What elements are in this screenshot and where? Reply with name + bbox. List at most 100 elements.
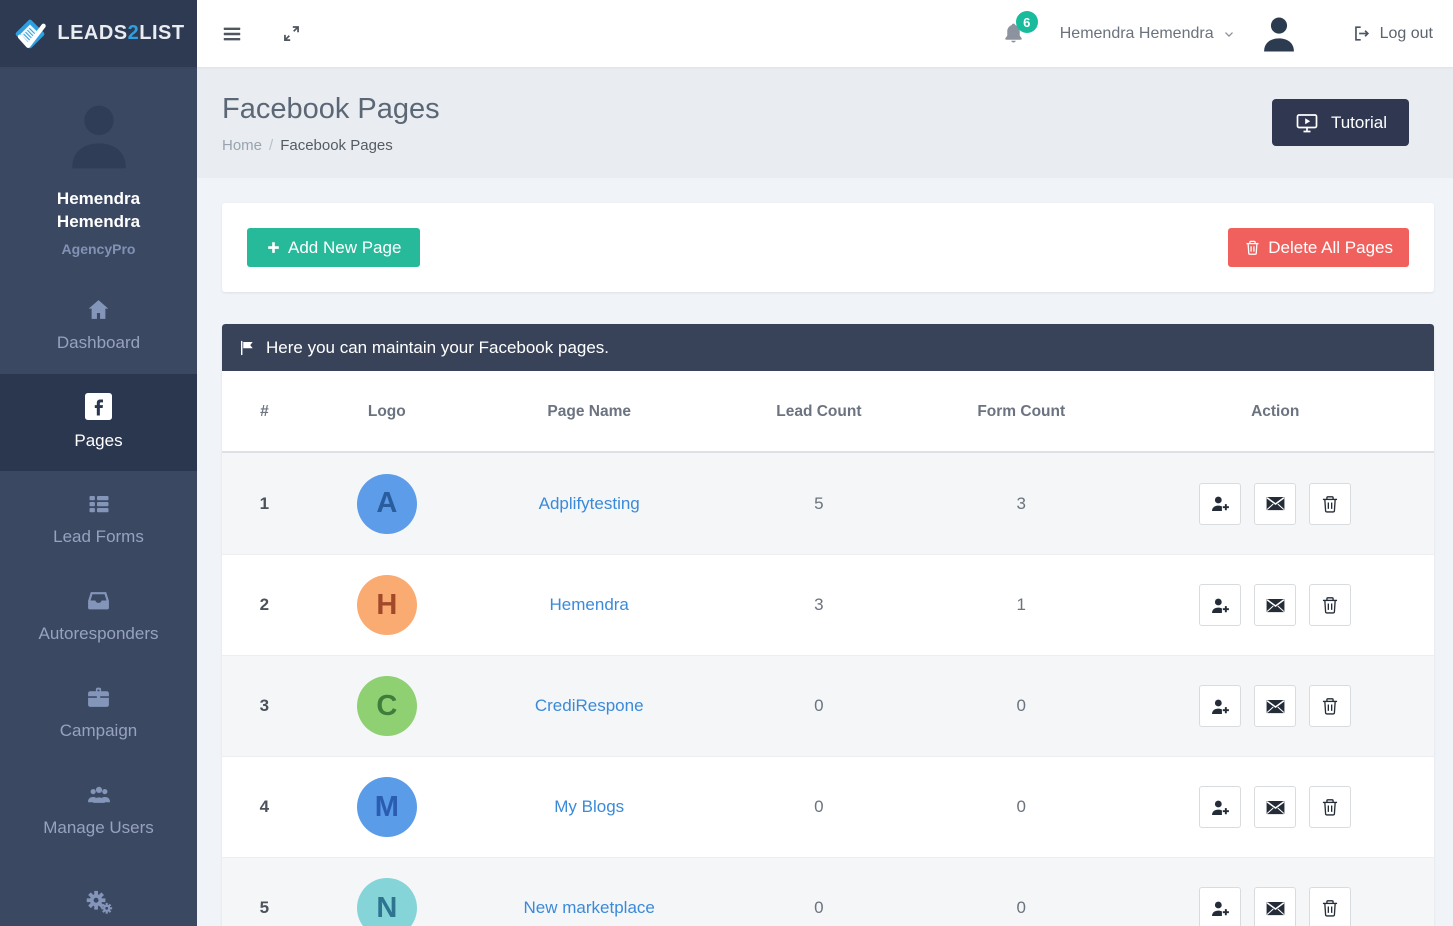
add-new-page-button[interactable]: Add New Page	[247, 228, 420, 267]
monitor-play-icon	[1294, 111, 1320, 135]
delete-page-button[interactable]	[1309, 584, 1351, 626]
trash-icon	[1320, 898, 1340, 918]
user-dropdown[interactable]: Hemendra Hemendra	[1060, 25, 1236, 43]
panel-heading-text: Here you can maintain your Facebook page…	[266, 338, 609, 358]
page-logo-avatar: C	[357, 676, 417, 736]
table-row: 4 M My Blogs 0 0	[222, 756, 1434, 857]
user-plus-icon	[1210, 696, 1231, 717]
notifications-bell[interactable]: 6	[1001, 21, 1026, 46]
assign-user-button[interactable]	[1199, 685, 1241, 727]
trash-icon	[1320, 797, 1340, 817]
page-name-link[interactable]: CrediRespone	[535, 696, 644, 715]
trash-icon	[1244, 239, 1261, 256]
sidebar-item-campaign[interactable]: Campaign	[0, 665, 197, 762]
sidebar: Hemendra Hemendra AgencyPro Dashboard Pa…	[0, 67, 197, 926]
column-header-lead-count: Lead Count	[712, 371, 927, 451]
row-number: 4	[222, 797, 307, 817]
email-button[interactable]	[1254, 584, 1296, 626]
page-logo-avatar: M	[357, 777, 417, 837]
user-avatar-icon[interactable]	[1258, 13, 1300, 55]
main-content: Facebook Pages Home / Facebook Pages Tutor…	[197, 0, 1453, 926]
page-name-link[interactable]: My Blogs	[554, 797, 624, 816]
users-icon	[84, 782, 114, 807]
form-count: 0	[926, 696, 1116, 716]
breadcrumb-current: Facebook Pages	[280, 137, 393, 154]
sidebar-item-label: Dashboard	[57, 333, 140, 353]
delete-page-button[interactable]	[1309, 685, 1351, 727]
logout-label: Log out	[1380, 25, 1433, 43]
email-button[interactable]	[1254, 483, 1296, 525]
profile-name: Hemendra Hemendra	[39, 187, 159, 234]
page-name-link[interactable]: Hemendra	[550, 595, 629, 614]
table-body: 1 A Adplifytesting 5 3 2 H Hemendra	[222, 453, 1434, 926]
assign-user-button[interactable]	[1199, 584, 1241, 626]
column-header-num: #	[222, 371, 307, 451]
fullscreen-expand-icon[interactable]	[273, 15, 310, 52]
form-count: 1	[926, 595, 1116, 615]
lead-count: 5	[712, 494, 927, 514]
briefcase-icon	[85, 685, 112, 710]
lead-count: 3	[712, 595, 927, 615]
breadcrumb-separator: /	[269, 137, 273, 154]
sidebar-item-manage-users[interactable]: Manage Users	[0, 762, 197, 859]
breadcrumb-home-link[interactable]: Home	[222, 137, 262, 154]
top-navbar: LEADS2LIST 6 Hemendra Hemendra	[0, 0, 1453, 67]
table-header-row: # Logo Page Name Lead Count Form Count A…	[222, 371, 1434, 453]
page-name-link[interactable]: Adplifytesting	[539, 494, 640, 513]
sidebar-item-pages[interactable]: Pages	[0, 374, 197, 471]
column-header-page-name: Page Name	[467, 371, 712, 451]
page-logo-avatar: A	[357, 474, 417, 534]
delete-page-button[interactable]	[1309, 887, 1351, 926]
trash-icon	[1320, 595, 1340, 615]
table-row: 1 A Adplifytesting 5 3	[222, 453, 1434, 554]
tutorial-button[interactable]: Tutorial	[1272, 99, 1409, 146]
breadcrumb: Home / Facebook Pages	[222, 137, 1428, 154]
assign-user-button[interactable]	[1199, 483, 1241, 525]
delete-page-button[interactable]	[1309, 483, 1351, 525]
lead-count: 0	[712, 898, 927, 918]
sidebar-item-label: Pages	[74, 431, 122, 451]
page-title: Facebook Pages	[222, 93, 1428, 126]
sidebar-item-settings[interactable]	[0, 859, 197, 926]
delete-page-button[interactable]	[1309, 786, 1351, 828]
assign-user-button[interactable]	[1199, 887, 1241, 926]
page-logo-avatar: H	[357, 575, 417, 635]
column-header-action: Action	[1116, 371, 1434, 451]
sidebar-item-label: Campaign	[60, 721, 138, 741]
sidebar-item-dashboard[interactable]: Dashboard	[0, 277, 197, 374]
delete-all-pages-button[interactable]: Delete All Pages	[1228, 228, 1409, 267]
lead-count: 0	[712, 696, 927, 716]
envelope-icon	[1265, 797, 1286, 818]
table-row: 2 H Hemendra 3 1	[222, 554, 1434, 655]
trash-icon	[1320, 696, 1340, 716]
sidebar-profile: Hemendra Hemendra AgencyPro	[0, 67, 197, 257]
add-new-page-label: Add New Page	[288, 238, 401, 258]
sidebar-item-lead-forms[interactable]: Lead Forms	[0, 471, 197, 568]
content-area: Add New Page Delete All Pages	[197, 178, 1453, 926]
logout-button[interactable]: Log out	[1352, 24, 1433, 43]
email-button[interactable]	[1254, 786, 1296, 828]
assign-user-button[interactable]	[1199, 786, 1241, 828]
table-row: 3 C CrediRespone 0 0	[222, 655, 1434, 756]
lead-count: 0	[712, 797, 927, 817]
row-number: 1	[222, 494, 307, 514]
form-count: 3	[926, 494, 1116, 514]
profile-plan-badge: AgencyPro	[0, 241, 197, 257]
profile-avatar-icon	[0, 95, 197, 175]
email-button[interactable]	[1254, 685, 1296, 727]
user-name: Hemendra Hemendra	[1060, 25, 1214, 43]
page-name-link[interactable]: New marketplace	[524, 898, 655, 917]
gears-icon	[84, 888, 114, 916]
column-header-form-count: Form Count	[926, 371, 1116, 451]
flag-icon	[238, 339, 256, 357]
hamburger-menu-icon[interactable]	[213, 15, 251, 53]
brand-name: LEADS2LIST	[57, 22, 184, 45]
navbar-right: 6 Hemendra Hemendra Log out	[197, 0, 1453, 67]
facebook-icon	[85, 393, 112, 420]
brand-logo[interactable]: LEADS2LIST	[0, 0, 197, 67]
sidebar-item-autoresponders[interactable]: Autoresponders	[0, 568, 197, 665]
row-number: 2	[222, 595, 307, 615]
page-header: Facebook Pages Home / Facebook Pages Tutor…	[197, 67, 1453, 178]
email-button[interactable]	[1254, 887, 1296, 926]
envelope-icon	[1265, 696, 1286, 717]
